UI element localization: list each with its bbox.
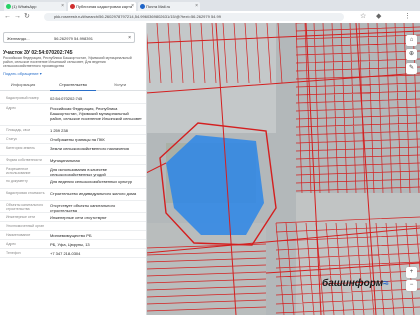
close-icon[interactable]: × — [61, 2, 64, 11]
attribute-value: Муниципальная — [50, 158, 80, 163]
tab-construction[interactable]: Строительство — [50, 80, 96, 91]
home-icon: ⌂ — [409, 37, 414, 43]
mail-icon — [140, 4, 145, 9]
extensions-icon[interactable]: ◆ — [376, 13, 381, 21]
attribute-label: Адрес — [6, 106, 17, 110]
minus-icon: − — [409, 282, 414, 288]
search-text: Желнандо... — [7, 36, 30, 41]
tab-mail[interactable]: Почта Mail.ru × — [138, 2, 200, 11]
watermark-text: башинформ — [322, 278, 384, 289]
attribute-value: 1 259 238 — [50, 128, 68, 133]
attribute-label: Уполномоченный орган — [6, 224, 45, 228]
draw-button[interactable]: ✎ — [406, 63, 417, 74]
tab-label: Публичная кадастровая карта — [76, 4, 133, 9]
attribute-value: Инженерные сети отсутствуют — [50, 215, 107, 220]
rosreestr-icon — [70, 4, 75, 9]
search-input[interactable]: Желнандо... 56.262979 54.998391 × — [3, 32, 135, 43]
layers-button[interactable]: ⊕ — [406, 49, 417, 60]
cadastral-map[interactable] — [146, 23, 420, 315]
attribute-value: Российская Федерация, Республика Башкорт… — [50, 106, 142, 121]
layers-icon: ⊕ — [408, 51, 415, 57]
attribute-value: Земли сельскохозяйственного назначения — [50, 146, 129, 151]
attribute-label: Телефон — [6, 251, 21, 255]
parcel-subtitle: Российская Федерация, Республика Башкорт… — [3, 56, 132, 68]
attribute-label: Категория земель — [6, 146, 35, 150]
bashinform-watermark: башинформ≈ — [322, 278, 389, 289]
tab-services[interactable]: Услуги — [100, 80, 140, 90]
attribute-label: Разрешенное использование — [6, 167, 31, 175]
whatsapp-icon — [6, 4, 11, 9]
attribute-value: Для ведения сельскохозяйственных культур — [50, 179, 133, 184]
attribute-value: Строительство индивидуального жилого дом… — [50, 191, 137, 196]
url-text: pkk.rosreestr.ru/#/search/56.26029787972… — [54, 14, 221, 19]
back-icon[interactable]: ← — [4, 13, 11, 21]
attribute-value: РБ, Уфа, Цюрупы, 13 — [50, 242, 90, 247]
home-button[interactable]: ⌂ — [406, 35, 417, 46]
attribute-value: 02:54:070202:745 — [50, 96, 83, 101]
attribute-value: Отображены границы на ПКК — [50, 137, 105, 142]
browser-tab-bar: (1) WhatsApp × Публичная кадастровая кар… — [0, 0, 420, 11]
attribute-row: Адрес Российская Федерация, Республика Ба… — [0, 103, 146, 126]
attribute-value: Минземимущество РБ — [50, 233, 92, 238]
tab-info[interactable]: Информация — [0, 80, 46, 90]
tab-whatsapp[interactable]: (1) WhatsApp × — [4, 2, 66, 11]
attribute-label: Форма собственности — [6, 158, 42, 162]
map-view[interactable]: ⌂ ⊕ ✎ + − — [146, 23, 420, 315]
plus-icon: + — [409, 269, 414, 275]
close-icon[interactable]: × — [195, 2, 198, 11]
forward-icon[interactable]: → — [14, 13, 21, 21]
reload-icon[interactable]: ↻ — [24, 13, 30, 21]
close-icon[interactable]: × — [131, 2, 134, 11]
attribute-row: Телефон +7 347 218-0304 — [0, 248, 146, 258]
attribute-label: Адрес — [6, 242, 17, 246]
attribute-label: Кадастровая стоимость — [6, 191, 45, 195]
attribute-label: Наименование — [6, 233, 31, 237]
info-tabs: Информация Строительство Услуги — [0, 80, 146, 91]
attribute-value: +7 347 218-0304 — [50, 251, 81, 256]
tab-label: Почта Mail.ru — [146, 4, 171, 9]
star-icon[interactable]: ☆ — [360, 13, 366, 21]
attribute-label: Кадастровый номер — [6, 96, 39, 100]
attribute-label: Инженерные сети — [6, 215, 36, 219]
attribute-label: Площадь, кв.м — [6, 128, 30, 132]
attribute-label: по документу — [6, 179, 28, 183]
tab-label: (1) WhatsApp — [12, 4, 37, 9]
tab-cadastral-map[interactable]: Публичная кадастровая карта × — [68, 2, 136, 11]
attribute-label: Статус — [6, 137, 18, 141]
attribute-label: Объекты капитального строительства — [6, 203, 44, 211]
close-icon[interactable]: × — [128, 33, 131, 42]
pencil-icon: ✎ — [408, 65, 415, 71]
url-field[interactable]: pkk.rosreestr.ru/#/search/56.26029787972… — [44, 13, 344, 21]
zoom-out-button[interactable]: − — [406, 280, 417, 291]
info-panel: Желнандо... 56.262979 54.998391 × Участо… — [0, 23, 147, 315]
zoom-in-button[interactable]: + — [406, 267, 417, 278]
menu-icon[interactable]: ⋮ — [404, 13, 411, 21]
search-coords: 56.262979 54.998391 — [54, 36, 93, 41]
appeal-link[interactable]: Подать обращение ▾ — [3, 71, 42, 76]
wave-icon: ≈ — [383, 278, 389, 289]
